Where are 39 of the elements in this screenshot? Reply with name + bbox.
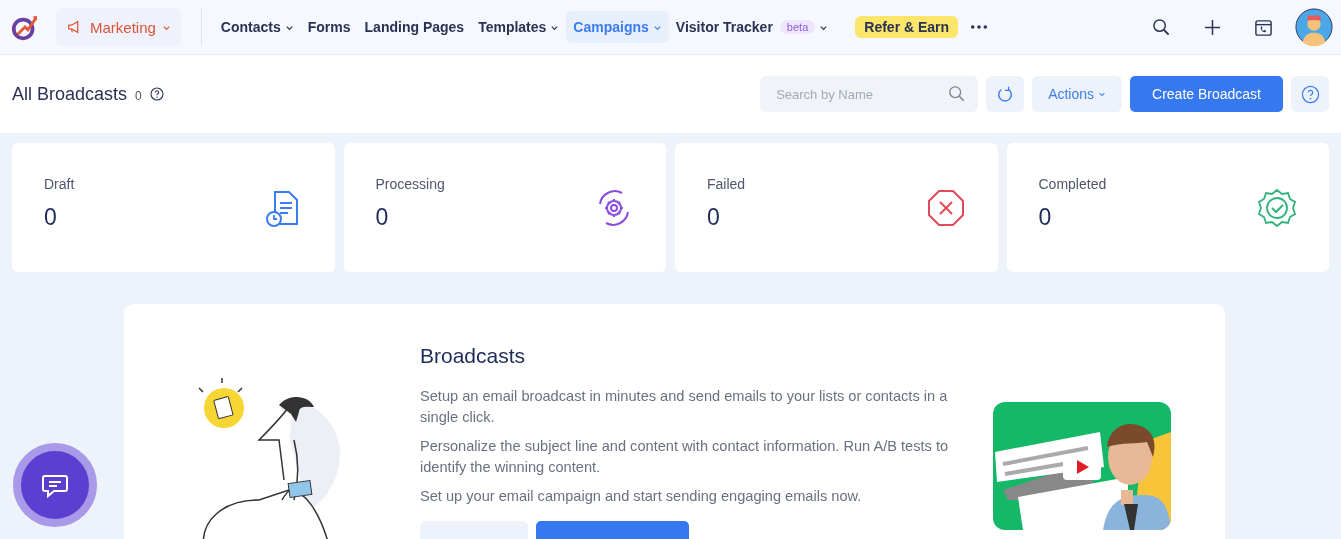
add-icon[interactable] [1203,17,1222,37]
stat-label: Failed [707,176,746,192]
refresh-button[interactable] [986,76,1025,112]
help-icon [1300,84,1320,104]
refresh-icon [996,85,1015,103]
nav-item[interactable]: Contacts [213,11,301,43]
phone-calendar-icon[interactable] [1254,17,1273,37]
help-button[interactable] [1291,76,1329,112]
error-octagon-icon [925,187,966,228]
intro-paragraph: Set up your email campaign and start sending engaging emails now. [420,487,863,506]
page-title: All Broadcasts [12,83,128,105]
broadcast-count: 0 [135,89,142,103]
nav-item[interactable]: Visitor Tracker beta [668,11,836,43]
stat-value: 0 [1038,204,1053,231]
more-icon[interactable] [970,24,989,30]
intro-title: Broadcasts [420,344,527,368]
stat-label: Draft [44,176,75,192]
nav-item[interactable]: Forms [300,11,358,43]
intro-paragraph: Personalize the subject line and content with contact information. Run A/B tests to identify the winning content. [420,437,950,477]
intro-paragraph: Setup an email broadcast in minutes and send emails to your lists or contacts in a single click. [420,387,949,427]
avatar-icon[interactable] [1295,8,1333,46]
beta-badge: beta [779,20,816,34]
stat-value: 0 [44,204,58,231]
actions-dropdown[interactable]: Actions [1032,76,1123,112]
stat-value: 0 [707,204,721,231]
chevron-down-icon [1098,90,1107,98]
stat-label: Processing [375,176,445,192]
check-badge-icon [1257,187,1297,228]
nav-item[interactable]: Landing Pages [357,11,472,43]
search-icon[interactable] [1152,17,1171,37]
search-icon [948,85,967,103]
refer-earn-link[interactable]: Refer & Earn [855,16,959,38]
search-field[interactable]: Search by Name [760,76,979,112]
stat-value: 0 [375,204,390,231]
stat-label: Completed [1038,176,1107,192]
nav-item[interactable]: Templates [471,11,567,43]
module-switcher[interactable]: Marketing [56,8,181,46]
create-broadcast-button[interactable]: Create Broadcast [1130,76,1283,112]
help-icon[interactable] [149,87,164,101]
